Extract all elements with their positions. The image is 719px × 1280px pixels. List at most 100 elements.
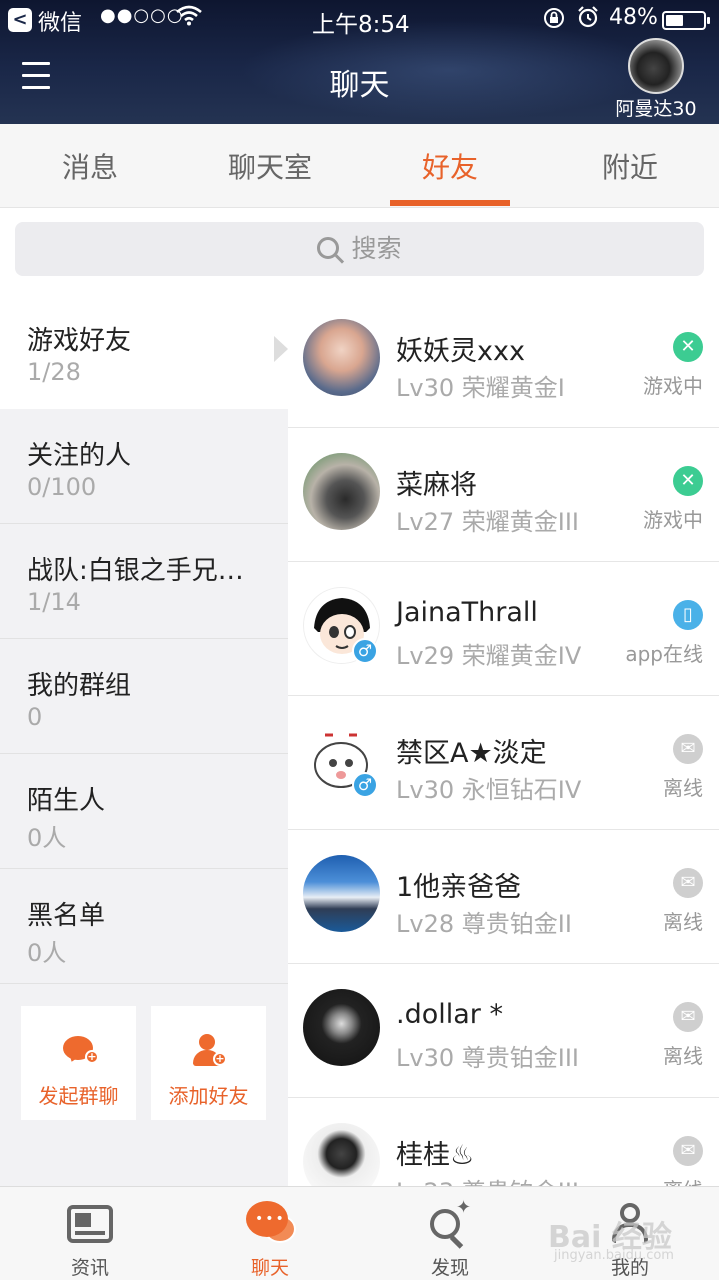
group-count: 1/14 — [27, 588, 81, 616]
friend-level: Lv28 尊贵铂金II — [396, 910, 572, 938]
phone-icon: ▯ — [673, 600, 703, 630]
back-app-label[interactable]: 微信 — [38, 5, 82, 37]
chat-plus-icon: + — [63, 1036, 99, 1064]
news-icon — [67, 1205, 113, 1243]
search-area: 搜索 — [0, 208, 719, 294]
in-game-icon: ✕ — [673, 466, 703, 496]
nav-chat[interactable]: ••• 聊天 — [180, 1187, 360, 1280]
start-group-chat-button[interactable]: + 发起群聊 — [21, 1006, 136, 1120]
avatar — [303, 453, 380, 530]
tab-friends[interactable]: 好友 — [360, 146, 540, 186]
friend-level: Lv29 荣耀黄金IV — [396, 642, 582, 670]
group-count: 0人 — [27, 824, 67, 852]
friend-name: .dollar * — [396, 999, 503, 1030]
nav-discover[interactable]: ✦ 发现 — [360, 1187, 540, 1280]
tab-nearby[interactable]: 附近 — [540, 146, 719, 186]
wifi-icon — [176, 4, 202, 32]
watermark-url: jingyan.baidu.com — [554, 1248, 674, 1263]
friend-name: JainaThrall — [396, 597, 538, 628]
back-to-app-icon[interactable]: < — [8, 8, 32, 32]
group-count: 1/28 — [27, 358, 81, 386]
group-game-friends[interactable]: 游戏好友 1/28 — [0, 294, 288, 409]
status-bar: < 微信 ●●○○○ 上午8:54 48% — [0, 0, 719, 40]
mail-icon: ✉ — [673, 1136, 703, 1166]
friend-row[interactable]: 桂桂♨ Lv23 尊贵铂金III ✉ 离线 — [288, 1098, 719, 1186]
friend-name: 妖妖灵xxx — [396, 336, 525, 367]
friend-level: Lv30 尊贵铂金III — [396, 1044, 579, 1072]
male-icon: ♂ — [352, 638, 378, 664]
friend-status: 离线 — [663, 1044, 703, 1068]
group-following[interactable]: 关注的人 0/100 — [0, 409, 288, 524]
chevron-right-icon — [274, 336, 288, 362]
in-game-icon: ✕ — [673, 332, 703, 362]
nav-label: 资讯 — [70, 1257, 109, 1279]
group-name: 战队:白银之手兄弟连 — [27, 556, 267, 586]
friend-status: app在线 — [625, 642, 703, 666]
friend-row[interactable]: 菜麻将 Lv27 荣耀黄金III ✕ 游戏中 — [288, 428, 719, 562]
friend-status: 游戏中 — [643, 374, 703, 398]
app-header: < 微信 ●●○○○ 上午8:54 48% 聊天 阿曼达30 — [0, 0, 719, 124]
mail-icon: ✉ — [673, 1002, 703, 1032]
friend-level: Lv23 尊贵铂金III — [396, 1172, 579, 1186]
signal-strength-icon: ●●○○○ — [100, 5, 184, 26]
mail-icon: ✉ — [673, 734, 703, 764]
male-icon: ♂ — [352, 772, 378, 798]
friend-status: 游戏中 — [643, 508, 703, 532]
group-count: 0人 — [27, 939, 67, 967]
tab-messages[interactable]: 消息 — [0, 146, 180, 186]
add-person-icon: + — [193, 1034, 227, 1068]
friend-name: 禁区A★淡定 — [396, 738, 547, 769]
chat-icon: ••• — [246, 1201, 296, 1247]
friend-name: 桂桂♨ — [396, 1140, 475, 1171]
group-name: 关注的人 — [27, 441, 132, 471]
friend-row[interactable]: 1他亲爸爸 Lv28 尊贵铂金II ✉ 离线 — [288, 830, 719, 964]
friend-name: 1他亲爸爸 — [396, 872, 522, 903]
discover-icon: ✦ — [430, 1197, 471, 1249]
add-friend-label: 添加好友 — [168, 1084, 249, 1108]
group-name: 我的群组 — [27, 671, 132, 701]
friend-status: 离线 — [663, 1174, 703, 1186]
start-group-chat-label: 发起群聊 — [38, 1084, 119, 1108]
rotation-lock-icon — [542, 6, 566, 35]
friend-row[interactable]: ♂ JainaThrall Lv29 荣耀黄金IV ▯ app在线 — [288, 562, 719, 696]
group-my-groups[interactable]: 我的群组 0 — [0, 639, 288, 754]
profile-name[interactable]: 阿曼达30 — [596, 94, 716, 121]
friend-level: Lv30 永恒钻石IV — [396, 776, 582, 804]
friend-level: Lv30 荣耀黄金I — [396, 374, 565, 402]
friend-list: 妖妖灵xxx Lv30 荣耀黄金I ✕ 游戏中 菜麻将 Lv27 荣耀黄金III… — [288, 294, 719, 1186]
group-name: 黑名单 — [27, 901, 106, 931]
friend-name: 菜麻将 — [396, 470, 477, 501]
group-team[interactable]: 战队:白银之手兄弟连 1/14 — [0, 524, 288, 639]
nav-news[interactable]: 资讯 — [0, 1187, 180, 1280]
group-blacklist[interactable]: 黑名单 0人 — [0, 869, 288, 984]
mail-icon: ✉ — [673, 868, 703, 898]
status-time: 上午8:54 — [312, 12, 410, 38]
group-count: 0/100 — [27, 473, 97, 501]
avatar — [303, 989, 380, 1066]
battery-fill — [666, 15, 683, 26]
search-placeholder: 搜索 — [351, 234, 402, 263]
avatar — [303, 1123, 380, 1186]
search-icon — [317, 237, 340, 259]
group-name: 游戏好友 — [27, 326, 132, 356]
friend-groups: 游戏好友 1/28 关注的人 0/100 战队:白银之手兄弟连 1/14 我的群… — [0, 294, 288, 1186]
nav-label: 聊天 — [250, 1257, 289, 1279]
group-count: 0 — [27, 703, 43, 731]
search-input[interactable]: 搜索 — [15, 222, 704, 276]
avatar — [303, 319, 380, 396]
group-name: 陌生人 — [27, 786, 106, 816]
alarm-icon — [576, 5, 600, 34]
friend-row[interactable]: .dollar * Lv30 尊贵铂金III ✉ 离线 — [288, 964, 719, 1098]
friend-status: 离线 — [663, 776, 703, 800]
friend-row[interactable]: ♂ 禁区A★淡定 Lv30 永恒钻石IV ✉ 离线 — [288, 696, 719, 830]
profile-avatar[interactable] — [628, 38, 684, 94]
friend-row[interactable]: 妖妖灵xxx Lv30 荣耀黄金I ✕ 游戏中 — [288, 294, 719, 428]
tab-chatroom[interactable]: 聊天室 — [180, 146, 360, 186]
battery-icon — [662, 11, 710, 30]
friend-status: 离线 — [663, 910, 703, 934]
battery-percentage: 48% — [609, 5, 658, 30]
nav-label: 发现 — [430, 1257, 469, 1279]
add-friend-button[interactable]: + 添加好友 — [151, 1006, 266, 1120]
group-strangers[interactable]: 陌生人 0人 — [0, 754, 288, 869]
friend-level: Lv27 荣耀黄金III — [396, 508, 579, 536]
